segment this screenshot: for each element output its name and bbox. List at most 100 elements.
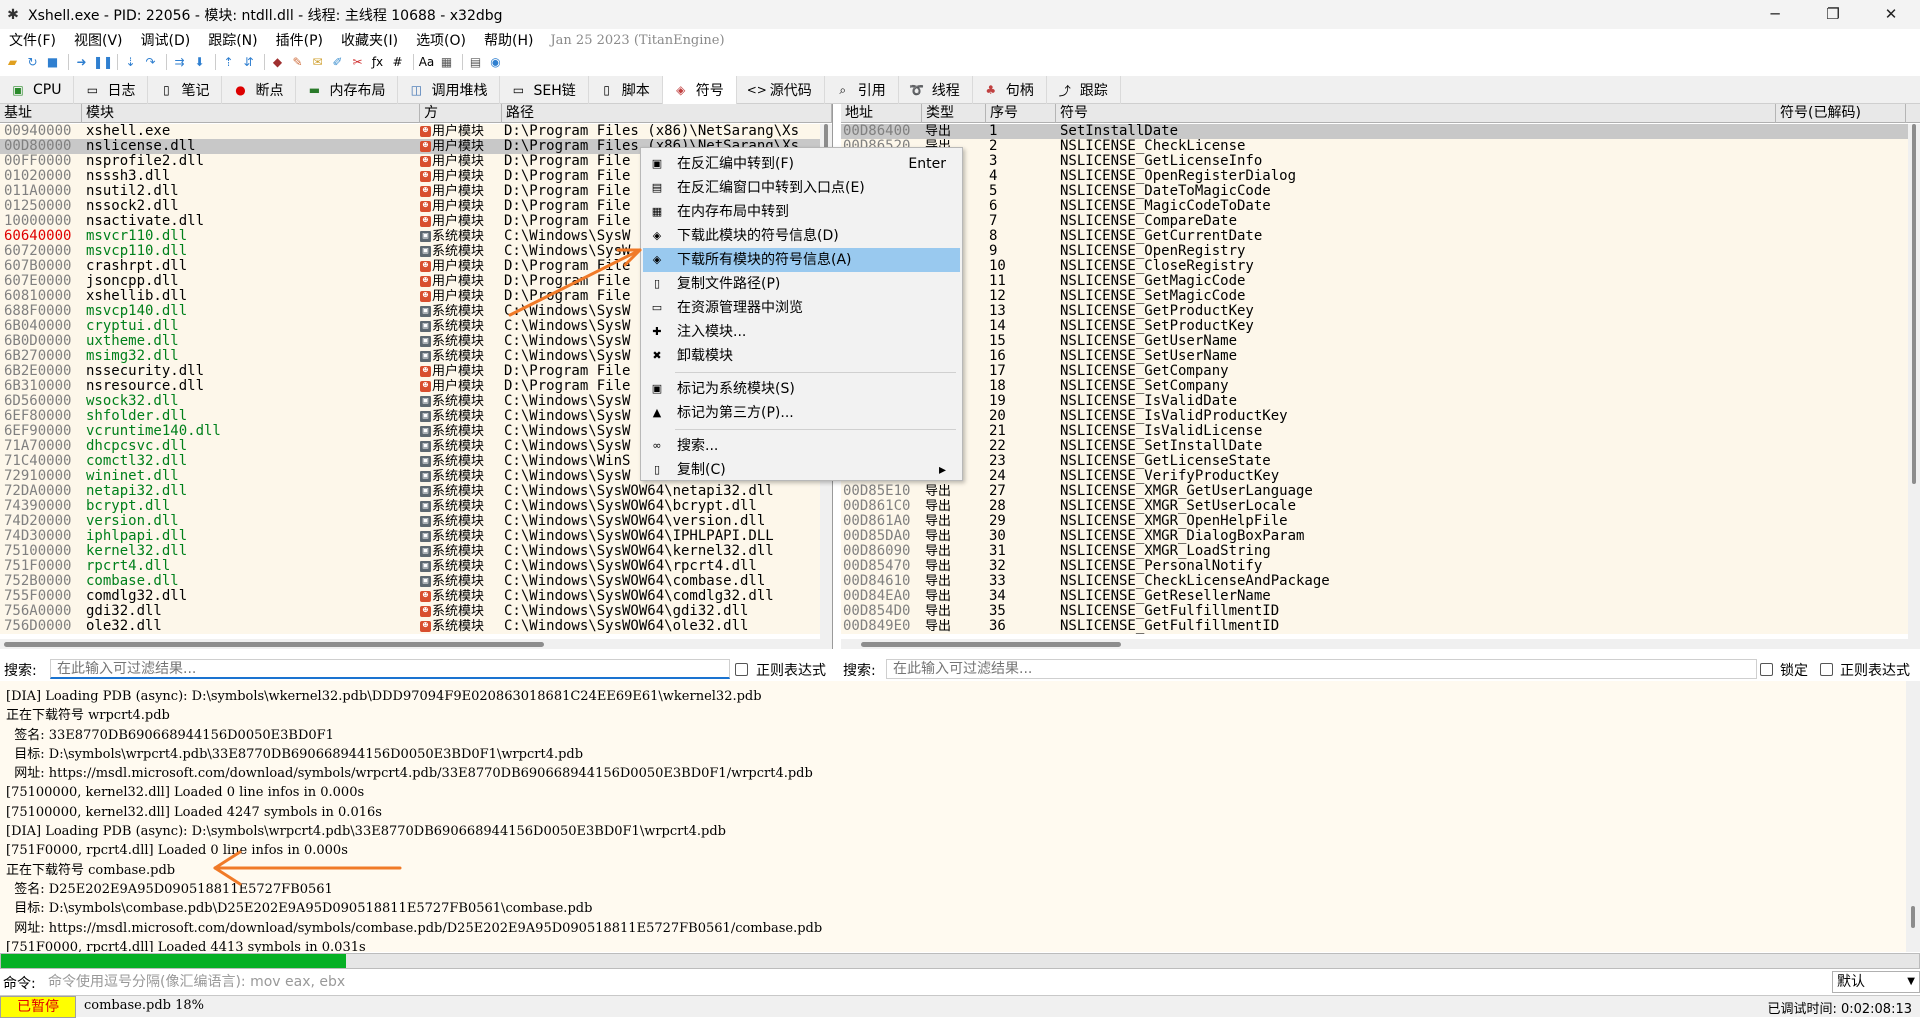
column-path[interactable]: 路径 (502, 104, 832, 123)
column-symbol[interactable]: 符号 (1056, 104, 1776, 123)
symbol-row[interactable]: 00D854D0 导出 35 NSLICENSE_GetFulfillmentID (841, 604, 1920, 619)
symbol-row[interactable]: 00D849E0 导出 36 NSLICENSE_GetFulfillmentID (841, 619, 1920, 634)
close-button[interactable]: ✕ (1862, 0, 1920, 29)
symbol-row[interactable]: 21 NSLICENSE_IsValidLicense (841, 424, 1920, 439)
symbol-row[interactable]: 11 NSLICENSE_GetMagicCode (841, 274, 1920, 289)
symbol-row[interactable]: 00D861A0 导出 29 NSLICENSE_XMGR_OpenHelpFile (841, 514, 1920, 529)
module-row[interactable]: 755F0000 comdlg32.dll ☻ 系统模块 C:\Windows\SysW… (0, 589, 832, 604)
module-row[interactable]: 72DA0000 netapi32.dll ▣ 系统模块 C:\Windows\SysW… (0, 484, 832, 499)
symbol-row[interactable]: 13 NSLICENSE_GetProductKey (841, 304, 1920, 319)
symbol-row[interactable]: 00D86400 导出 1 SetInstallDate (841, 124, 1920, 139)
list-icon[interactable]: ▤ (467, 54, 484, 71)
module-row[interactable]: 752B0000 combase.dll ▣ 系统模块 C:\Windows\SysWO… (0, 574, 832, 589)
symbol-vertical-scrollbar[interactable] (1908, 124, 1920, 639)
menu-help[interactable]: 帮助(H) (475, 30, 542, 50)
hash-icon[interactable]: # (389, 54, 406, 71)
calculator-icon[interactable]: ▦ (438, 54, 455, 71)
symbol-row[interactable]: 00D84610 导出 33 NSLICENSE_CheckLicenseAndPac… (841, 574, 1920, 589)
context-menu-item[interactable]: ∞ 搜索... (643, 434, 960, 458)
font-icon[interactable]: Aa (418, 54, 435, 71)
maximize-button[interactable]: ❐ (1804, 0, 1862, 29)
column-type[interactable]: 方 (420, 104, 502, 123)
tab-breakpoints[interactable]: ● 断点 (222, 76, 297, 104)
column-module[interactable]: 模块 (82, 104, 420, 123)
context-menu-item[interactable]: ◈ 下载此模块的符号信息(D) (643, 224, 960, 248)
symbol-row[interactable]: 23 NSLICENSE_GetLicenseState (841, 454, 1920, 469)
symbol-row[interactable]: 6 NSLICENSE_MagicCodeToDate (841, 199, 1920, 214)
menu-trace[interactable]: 跟踪(N) (199, 30, 266, 50)
symbol-row[interactable]: 12 NSLICENSE_SetMagicCode (841, 289, 1920, 304)
context-menu-item[interactable]: ▭ 在资源管理器中浏览 (643, 296, 960, 320)
symbol-horizontal-scrollbar[interactable] (841, 639, 1920, 649)
tab-seh[interactable]: ▭ SEH链 (500, 76, 589, 104)
module-horizontal-scrollbar[interactable] (0, 639, 832, 649)
context-menu-item[interactable]: ▦ 在内存布局中转到 (643, 200, 960, 224)
symbol-row[interactable]: 17 NSLICENSE_GetCompany (841, 364, 1920, 379)
column-base[interactable]: 基址 (0, 104, 82, 123)
step-over-icon[interactable]: ↷ (142, 54, 159, 71)
step-into-icon[interactable]: ⇣ (122, 54, 139, 71)
symbol-row[interactable]: 19 NSLICENSE_IsValidDate (841, 394, 1920, 409)
tab-source[interactable]: <> 源代码 (737, 76, 825, 104)
symbol-row[interactable]: 14 NSLICENSE_SetProductKey (841, 319, 1920, 334)
symbol-row[interactable]: 20 NSLICENSE_IsValidProductKey (841, 409, 1920, 424)
open-icon[interactable]: ▰ (4, 54, 21, 71)
tab-cpu[interactable]: ▣ CPU (0, 76, 75, 104)
menu-view[interactable]: 视图(V) (65, 30, 132, 50)
label-icon[interactable]: ✐ (329, 54, 346, 71)
module-row[interactable]: 00940000 xshell.exe ☻ 用户模块 D:\Program Files … (0, 124, 832, 139)
symbol-row[interactable]: 00D85DA0 导出 30 NSLICENSE_XMGR_DialogBoxPara… (841, 529, 1920, 544)
context-menu-item[interactable]: ▯ 复制文件路径(P) (643, 272, 960, 296)
context-menu-item[interactable]: ✖ 卸载模块 (643, 344, 960, 368)
menu-file[interactable]: 文件(F) (0, 30, 65, 50)
pause-icon[interactable]: ❚❚ (93, 54, 113, 71)
comment-icon[interactable]: ✉ (309, 54, 326, 71)
symbol-row[interactable]: 3 NSLICENSE_GetLicenseInfo (841, 154, 1920, 169)
tab-references[interactable]: ⌕ 引用 (825, 76, 899, 104)
module-row[interactable]: 74390000 bcrypt.dll ▣ 系统模块 C:\Windows\SysWOW… (0, 499, 832, 514)
column-symbol-decoded[interactable]: 符号(已解码) (1776, 104, 1906, 123)
bookmark-icon[interactable]: ✂ (349, 54, 366, 71)
stop-icon[interactable]: ■ (44, 54, 61, 71)
column-ordinal[interactable]: 序号 (986, 104, 1056, 123)
symbol-row[interactable]: 16 NSLICENSE_SetUserName (841, 349, 1920, 364)
symbol-row[interactable]: 5 NSLICENSE_DateToMagicCode (841, 184, 1920, 199)
globe-icon[interactable]: ◉ (487, 54, 504, 71)
execute-till-return-icon[interactable]: ⇡ (220, 54, 237, 71)
tab-handles[interactable]: ♣ 句柄 (973, 76, 1047, 104)
column-address[interactable]: 地址 (841, 104, 922, 123)
tab-notes[interactable]: ▯ 笔记 (148, 76, 223, 104)
symbol-row[interactable]: 00D85470 导出 32 NSLICENSE_PersonalNotify (841, 559, 1920, 574)
column-sym-type[interactable]: 类型 (922, 104, 986, 123)
module-row[interactable]: 756A0000 gdi32.dll ☻ 系统模块 C:\Windows\SysWOW6… (0, 604, 832, 619)
context-menu-item[interactable]: ▯ 复制(C) ▸ (643, 458, 960, 482)
symbol-row[interactable]: 22 NSLICENSE_SetInstallDate (841, 439, 1920, 454)
symbol-row[interactable]: 24 NSLICENSE_VerifyProductKey (841, 469, 1920, 484)
log-vertical-scrollbar[interactable] (1906, 681, 1920, 952)
tab-call-stack[interactable]: ◫ 调用堆栈 (398, 76, 501, 104)
symbol-row[interactable]: 00D85E10 导出 27 NSLICENSE_XMGR_GetUserLangua… (841, 484, 1920, 499)
menu-favourites[interactable]: 收藏夹(I) (332, 30, 407, 50)
symbol-row[interactable]: 9 NSLICENSE_OpenRegistry (841, 244, 1920, 259)
symbol-regex-checkbox[interactable] (1820, 663, 1833, 676)
module-search-input[interactable] (50, 659, 730, 679)
trace-into-icon[interactable]: ⇉ (171, 54, 188, 71)
tab-threads[interactable]: ➰ 线程 (899, 76, 973, 104)
run-icon[interactable]: ➜ (73, 54, 90, 71)
module-row[interactable]: 74D30000 iphlpapi.dll ▣ 系统模块 C:\Windows\SysW… (0, 529, 832, 544)
tab-symbols[interactable]: ◈ 符号 (662, 76, 737, 104)
symbol-row[interactable]: 7 NSLICENSE_CompareDate (841, 214, 1920, 229)
restart-icon[interactable]: ↻ (24, 54, 41, 71)
patch-icon[interactable]: ✎ (289, 54, 306, 71)
symbol-search-input[interactable] (886, 659, 1757, 679)
minimize-button[interactable]: ─ (1746, 0, 1804, 29)
symbol-row[interactable]: 8 NSLICENSE_GetCurrentDate (841, 229, 1920, 244)
symbol-row[interactable]: 00D86520导出2NSLICENSE_CheckLicense (841, 139, 1920, 154)
command-input[interactable]: 命令使用逗号分隔(像汇编语言): mov eax, ebx (42, 972, 1827, 992)
module-regex-checkbox[interactable] (735, 663, 748, 676)
symbol-row[interactable]: 15 NSLICENSE_GetUserName (841, 334, 1920, 349)
symbol-row[interactable]: 00D861C0 导出 28 NSLICENSE_XMGR_SetUserLocale (841, 499, 1920, 514)
module-row[interactable]: 75100000 kernel32.dll ▣ 系统模块 C:\Windows\SysW… (0, 544, 832, 559)
context-menu-item[interactable]: ▣ 标记为系统模块(S) (643, 377, 960, 401)
command-mode-select[interactable]: 默认 ▼ (1832, 971, 1920, 993)
